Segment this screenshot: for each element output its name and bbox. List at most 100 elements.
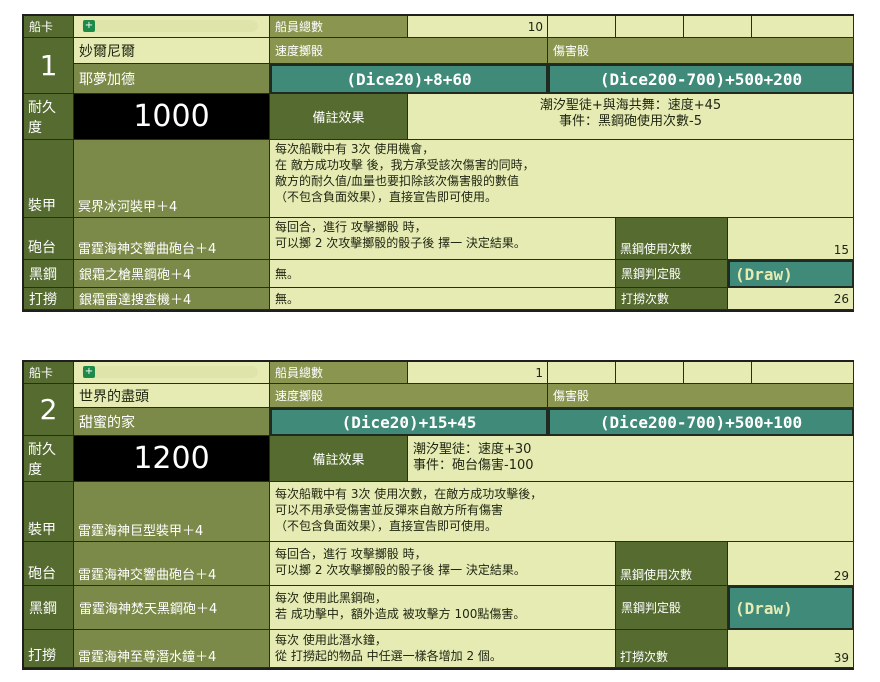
armor-note[interactable]: 每次船戰中有 3次 使用次數，在敵方成功攻擊後， 可以不用承受傷害並反彈來自敵方… [270, 482, 854, 542]
speed-formula-text: (Dice20)+8+60 [346, 69, 472, 89]
durability-value[interactable]: 1200 [74, 436, 270, 482]
salvage-count[interactable]: 26 [728, 288, 854, 310]
salvage-item[interactable]: 雷霆海神至尊潛水鐘＋4 [74, 630, 270, 668]
steel-item[interactable]: 銀霜之槍黑鋼砲＋4 [74, 260, 270, 288]
steel-uses[interactable]: 15 [728, 218, 854, 260]
turret-note[interactable]: 每回合，進行 攻擊擲骰 時， 可以擲 2 次攻擊擲骰的骰子後 擇一 決定結果。 [270, 542, 616, 586]
empty-cell [548, 362, 616, 384]
remark-label: 備註效果 [270, 436, 408, 482]
damage-label: 傷害骰 [548, 38, 854, 64]
steel-uses-text: 29 [833, 569, 849, 583]
steel-uses[interactable]: 29 [728, 542, 854, 586]
crew-label: 船員總數 [270, 16, 408, 38]
ship-card-label: 船卡 [24, 362, 74, 384]
speed-formula[interactable]: (Dice20)+15+45 [270, 408, 548, 436]
sheet-plus-icon: + [83, 20, 95, 32]
speed-formula-text: (Dice20)+15+45 [341, 412, 477, 432]
salvage-count-label: 打撈次數 [616, 630, 728, 668]
armor-label: 裝甲 [24, 140, 74, 218]
crew-count[interactable]: 10 [408, 16, 548, 38]
durability-label-text: 耐久度 [28, 442, 56, 478]
turret-note-line: 可以擲 2 次攻擊擲骰的骰子後 擇一 決定結果。 [275, 563, 526, 577]
turret-label: 砲台 [24, 218, 74, 260]
salvage-note[interactable]: 無。 [270, 288, 616, 310]
salvage-count-label: 打撈次數 [616, 288, 728, 310]
steel-label: 黑鋼 [24, 586, 74, 630]
salvage-label-text: 打撈 [29, 291, 57, 308]
steel-note[interactable]: 無。 [270, 260, 616, 288]
ship-card-label-text: 船卡 [29, 366, 54, 380]
damage-formula-text: (Dice200-700)+500+200 [599, 69, 803, 89]
sheet-chip[interactable]: + [74, 16, 270, 38]
damage-label-text: 傷害骰 [553, 389, 590, 403]
armor-item-text: 冥界冰河裝甲＋4 [78, 200, 178, 215]
steel-note[interactable]: 每次 使用此黑鋼砲， 若 成功擊中，額外造成 被攻擊方 100點傷害。 [270, 586, 616, 630]
empty-cell [752, 362, 854, 384]
turret-note-line: 可以擲 2 次攻擊擲骰的骰子後 擇一 決定結果。 [275, 236, 526, 250]
steel-judge[interactable]: (Draw) [728, 260, 854, 288]
turret-note-line: 每回合，進行 攻擊擲骰 時， [275, 547, 427, 561]
chip-pill: + [82, 366, 258, 378]
crew-label: 船員總數 [270, 362, 408, 384]
steel-judge-label: 黑鋼判定骰 [616, 586, 728, 630]
turret-item-text: 雷霆海神交響曲砲台＋4 [78, 568, 217, 583]
armor-item[interactable]: 冥界冰河裝甲＋4 [74, 140, 270, 218]
steel-judge-label-text: 黑鋼判定骰 [621, 601, 682, 615]
durability-label: 耐久度 [24, 94, 74, 140]
crew-count[interactable]: 1 [408, 362, 548, 384]
durability-value[interactable]: 1000 [74, 94, 270, 140]
ship-name-text: 妙爾尼爾 [79, 43, 135, 60]
crew-count-text: 10 [527, 20, 543, 34]
ship-name-text: 世界的盡頭 [79, 388, 149, 405]
turret-item[interactable]: 雷霆海神交響曲砲台＋4 [74, 218, 270, 260]
ship-card-label-text: 船卡 [29, 20, 54, 34]
steel-judge-text: (Draw) [735, 598, 793, 618]
speed-label-text: 速度擲骰 [275, 389, 324, 403]
salvage-count-label-text: 打撈次數 [621, 292, 670, 306]
armor-item[interactable]: 雷霆海神巨型裝甲＋4 [74, 482, 270, 542]
durability-label-text: 耐久度 [28, 100, 56, 136]
turret-item[interactable]: 雷霆海神交響曲砲台＋4 [74, 542, 270, 586]
steel-uses-label-text: 黑鋼使用次數 [620, 242, 693, 256]
damage-formula[interactable]: (Dice200-700)+500+100 [548, 408, 854, 436]
armor-note-line: 敵方的耐久值/血量也要扣除該次傷害骰的數值 [275, 174, 520, 188]
salvage-count-text: 26 [833, 292, 849, 306]
salvage-note-line: 每次 使用此潛水鐘， [275, 633, 387, 647]
crew-label-text: 船員總數 [275, 20, 324, 34]
steel-label: 黑鋼 [24, 260, 74, 288]
ship-number: 2 [24, 384, 74, 436]
sheet-chip[interactable]: + [74, 362, 270, 384]
crew-count-text: 1 [535, 366, 543, 380]
turret-note[interactable]: 每回合，進行 攻擊擲骰 時， 可以擲 2 次攻擊擲骰的骰子後 擇一 決定結果。 [270, 218, 616, 260]
armor-label: 裝甲 [24, 482, 74, 542]
ship-number: 1 [24, 38, 74, 94]
durability-value-text: 1000 [133, 99, 210, 134]
salvage-count-label-text: 打撈次數 [620, 650, 669, 664]
ship-number-text: 1 [39, 49, 58, 82]
armor-note[interactable]: 每次船戰中有 3次 使用機會， 在 敵方成功攻擊 後，我方承受該次傷害的同時， … [270, 140, 854, 218]
sheet-plus-icon: + [83, 366, 95, 378]
speed-label: 速度擲骰 [270, 38, 548, 64]
steel-item[interactable]: 雷霆海神焚天黑鋼砲＋4 [74, 586, 270, 630]
remark-text[interactable]: 潮汐聖徒：速度+30 事件：砲台傷害-100 [408, 436, 854, 482]
damage-formula[interactable]: (Dice200-700)+500+200 [548, 64, 854, 94]
salvage-count[interactable]: 39 [728, 630, 854, 668]
armor-note-line: 可以不用承受傷害並反彈來自敵方所有傷害 [275, 503, 504, 517]
damage-label: 傷害骰 [548, 384, 854, 408]
steel-judge[interactable]: (Draw) [728, 586, 854, 630]
armor-note-line: 每次船戰中有 3次 使用機會， [275, 142, 435, 156]
salvage-note[interactable]: 每次 使用此潛水鐘， 從 打撈起的物品 中任選一樣各增加 2 個。 [270, 630, 616, 668]
armor-note-line: 每次船戰中有 3次 使用次數，在敵方成功攻擊後， [275, 487, 543, 501]
speed-formula[interactable]: (Dice20)+8+60 [270, 64, 548, 94]
ship-name: 妙爾尼爾 [74, 38, 270, 64]
damage-formula-text: (Dice200-700)+500+100 [599, 412, 803, 432]
remark-text[interactable]: 潮汐聖徒+與海共舞：速度+45 事件：黑鋼砲使用次數-5 [408, 94, 854, 140]
steel-note-line: 每次 使用此黑鋼砲， [275, 591, 387, 605]
remark-label-text: 備註效果 [312, 453, 365, 468]
steel-judge-label: 黑鋼判定骰 [616, 260, 728, 288]
salvage-label-text: 打撈 [28, 648, 56, 664]
salvage-item[interactable]: 銀霜雷達搜查機＋4 [74, 288, 270, 310]
speed-label: 速度擲骰 [270, 384, 548, 408]
salvage-item-text: 銀霜雷達搜查機＋4 [79, 293, 192, 308]
steel-label-text: 黑鋼 [29, 266, 57, 283]
